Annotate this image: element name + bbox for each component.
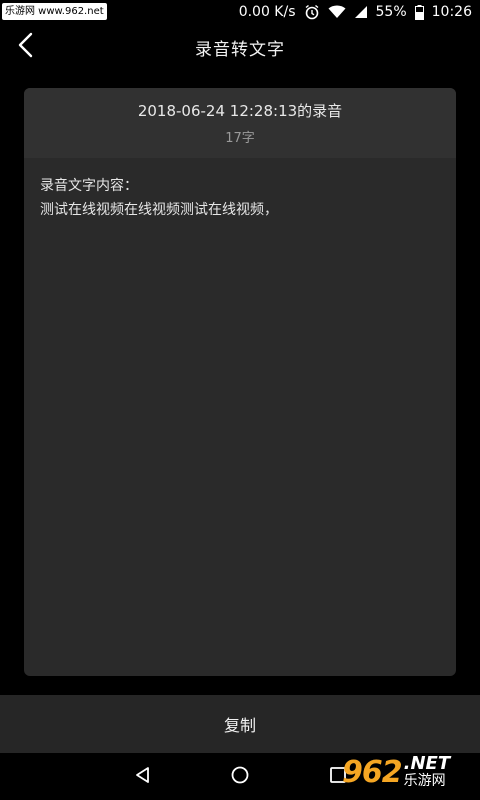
page-title: 录音转文字 bbox=[195, 39, 285, 60]
wifi-icon bbox=[328, 5, 346, 19]
copy-button[interactable]: 复制 bbox=[0, 695, 480, 753]
recording-header: 2018-06-24 12:28:13的录音 17字 bbox=[24, 88, 456, 158]
recording-title: 2018-06-24 12:28:13的录音 bbox=[137, 102, 343, 120]
logo-cn: 乐游网 bbox=[403, 773, 446, 789]
character-count: 17字 bbox=[225, 131, 255, 146]
nav-back-button[interactable] bbox=[131, 765, 155, 789]
logo-net: .NET bbox=[403, 753, 451, 774]
nav-home-button[interactable] bbox=[228, 765, 252, 789]
network-speed: 0.00 K/s bbox=[238, 4, 296, 20]
circle-home-icon bbox=[230, 765, 250, 789]
status-indicators: 0.00 K/s 55% 10:26 bbox=[239, 0, 472, 24]
triangle-back-icon bbox=[133, 765, 153, 789]
transcript-body: 录音文字内容： 测试在线视频在线视频测试在线视频， bbox=[24, 158, 456, 238]
back-button[interactable] bbox=[10, 32, 42, 62]
status-bar: 乐游网 www.962.net 0.00 K/s 55% 10:26 bbox=[0, 0, 480, 24]
chevron-left-icon bbox=[17, 32, 35, 62]
transcript-text: 测试在线视频在线视频测试在线视频， bbox=[40, 202, 278, 218]
transcript-label: 录音文字内容： bbox=[40, 178, 138, 194]
title-bar: 录音转文字 bbox=[0, 24, 480, 70]
copy-button-label: 复制 bbox=[223, 716, 256, 735]
clock: 10:26 bbox=[431, 4, 472, 20]
recording-card: 2018-06-24 12:28:13的录音 17字 录音文字内容： 测试在线视… bbox=[24, 88, 456, 676]
battery-percent: 55% bbox=[375, 4, 407, 20]
logo-number: 962 bbox=[342, 754, 403, 790]
alarm-icon bbox=[304, 4, 320, 20]
signal-icon bbox=[354, 5, 368, 19]
site-logo-watermark: 962 .NET 乐游网 bbox=[342, 748, 474, 796]
site-watermark: 乐游网 www.962.net bbox=[2, 3, 107, 20]
screen: 乐游网 www.962.net 0.00 K/s 55% 10:26 录音转文字… bbox=[0, 0, 480, 800]
battery-icon bbox=[414, 4, 424, 20]
logo-text-group: .NET 乐游网 bbox=[403, 753, 451, 790]
